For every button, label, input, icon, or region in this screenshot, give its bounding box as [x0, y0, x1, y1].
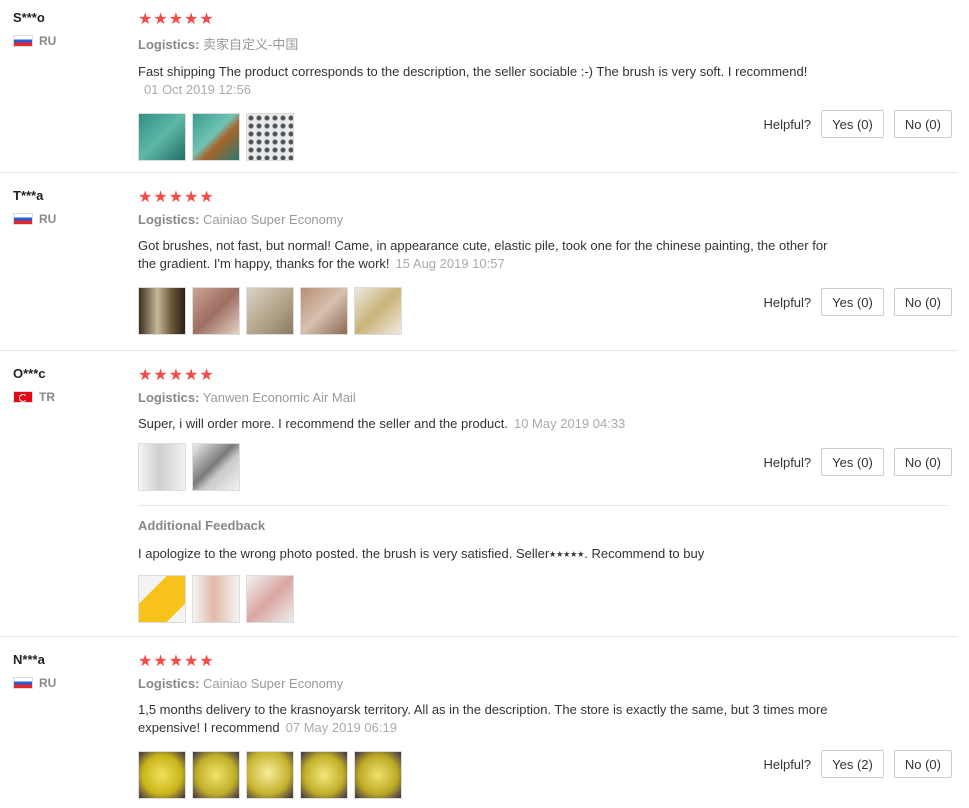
- review-text: Super, i will order more. I recommend th…: [138, 416, 626, 431]
- review-text: Got brushes, not fast, but normal! Came,…: [138, 238, 828, 271]
- reviewer-name: O***c: [13, 366, 46, 381]
- review-text: Fast shipping The product corresponds to…: [138, 64, 808, 97]
- review-photo[interactable]: [138, 443, 186, 491]
- helpful-label: Helpful?: [763, 454, 812, 470]
- no-vote-button[interactable]: No (0): [893, 750, 952, 778]
- no-vote-button[interactable]: No (0): [893, 110, 952, 138]
- helpful-votes: Helpful? Yes (0) No (0): [763, 110, 952, 138]
- additional-feedback: Additional Feedback I apologize to the w…: [138, 505, 948, 623]
- country-code: RU: [39, 34, 57, 48]
- yes-vote-button[interactable]: Yes (0): [821, 288, 884, 316]
- reviewer-name: N***a: [13, 652, 45, 667]
- review-item: S***o RU ★★★★★ Logistics: 卖家自定义-中国 Fast …: [0, 0, 958, 173]
- review-date: 15 Aug 2019 10:57: [395, 256, 505, 271]
- star-rating: ★★★★★: [138, 11, 215, 28]
- yes-vote-button[interactable]: Yes (0): [821, 448, 884, 476]
- review-item: O***c TR ★★★★★ Logistics: Yanwen Economi…: [0, 356, 958, 637]
- reviewer-info: N***a RU: [13, 652, 56, 690]
- review-photo[interactable]: [192, 443, 240, 491]
- logistics-line: Logistics: Cainiao Super Economy: [138, 676, 344, 691]
- review-body: ★★★★★ Logistics: 卖家自定义-中国 Fast shipping …: [138, 10, 948, 161]
- review-photo[interactable]: [354, 287, 402, 335]
- review-body: ★★★★★ Logistics: Yanwen Economic Air Mai…: [138, 366, 948, 623]
- additional-feedback-title: Additional Feedback: [138, 518, 266, 533]
- review-text: 1,5 months delivery to the krasnoyarsk t…: [138, 702, 828, 735]
- helpful-votes: Helpful? Yes (0) No (0): [763, 288, 952, 316]
- reviewer-info: T***a RU: [13, 188, 56, 226]
- review-photo[interactable]: [300, 751, 348, 799]
- review-photo[interactable]: [246, 751, 294, 799]
- yes-vote-button[interactable]: Yes (0): [821, 110, 884, 138]
- reviewer-country: RU: [13, 212, 56, 226]
- reviewer-name: T***a: [13, 188, 44, 203]
- russia-flag-icon: [13, 35, 33, 47]
- review-photo[interactable]: [138, 113, 186, 161]
- review-photo[interactable]: [354, 751, 402, 799]
- review-date: 01 Oct 2019 12:56: [144, 82, 251, 97]
- helpful-label: Helpful?: [763, 116, 812, 132]
- logistics-line: Logistics: Yanwen Economic Air Mail: [138, 390, 356, 405]
- no-vote-button[interactable]: No (0): [893, 448, 952, 476]
- logistics-value: Yanwen Economic Air Mail: [202, 390, 356, 405]
- star-rating: ★★★★★: [138, 367, 215, 384]
- reviewer-country: RU: [13, 676, 56, 690]
- helpful-label: Helpful?: [763, 294, 812, 310]
- review-photo[interactable]: [246, 287, 294, 335]
- additional-feedback-text: I apologize to the wrong photo posted. t…: [138, 546, 705, 561]
- reviewer-name: S***o: [13, 10, 45, 25]
- review-item: N***a RU ★★★★★ Logistics: Cainiao Super …: [0, 642, 958, 808]
- logistics-value: 卖家自定义-中国: [203, 37, 299, 52]
- reviewer-country: TR: [13, 390, 55, 404]
- review-photo[interactable]: [138, 575, 186, 623]
- review-photo[interactable]: [192, 751, 240, 799]
- review-date: 10 May 2019 04:33: [513, 416, 626, 431]
- review-photo[interactable]: [246, 113, 294, 161]
- review-photo[interactable]: [300, 287, 348, 335]
- review-photo[interactable]: [138, 751, 186, 799]
- star-rating: ★★★★★: [138, 189, 215, 206]
- review-item: T***a RU ★★★★★ Logistics: Cainiao Super …: [0, 178, 958, 351]
- additional-photos: [138, 575, 948, 623]
- logistics-value: Cainiao Super Economy: [203, 212, 344, 227]
- russia-flag-icon: [13, 213, 33, 225]
- reviewer-info: O***c TR: [13, 366, 55, 404]
- helpful-label: Helpful?: [763, 756, 812, 772]
- country-code: TR: [39, 390, 55, 404]
- review-date: 07 May 2019 06:19: [285, 720, 397, 735]
- logistics-line: Logistics: Cainiao Super Economy: [138, 212, 344, 227]
- review-photo[interactable]: [138, 287, 186, 335]
- logistics-value: Cainiao Super Economy: [203, 676, 344, 691]
- logistics-line: Logistics: 卖家自定义-中国: [138, 37, 299, 52]
- yes-vote-button[interactable]: Yes (2): [821, 750, 884, 778]
- helpful-votes: Helpful? Yes (0) No (0): [763, 448, 952, 476]
- review-photo[interactable]: [192, 287, 240, 335]
- review-photo[interactable]: [192, 113, 240, 161]
- star-rating: ★★★★★: [138, 653, 215, 670]
- reviewer-info: S***o RU: [13, 10, 56, 48]
- helpful-votes: Helpful? Yes (2) No (0): [763, 750, 952, 778]
- russia-flag-icon: [13, 677, 33, 689]
- no-vote-button[interactable]: No (0): [893, 288, 952, 316]
- reviewer-country: RU: [13, 34, 56, 48]
- country-code: RU: [39, 212, 57, 226]
- review-photo[interactable]: [192, 575, 240, 623]
- turkey-flag-icon: [13, 391, 33, 403]
- review-photo[interactable]: [246, 575, 294, 623]
- country-code: RU: [39, 676, 57, 690]
